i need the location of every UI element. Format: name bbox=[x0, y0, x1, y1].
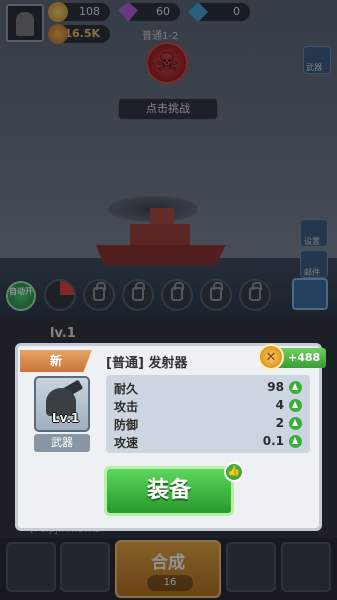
stat-row: 攻速 0.1 bbox=[114, 433, 304, 451]
stat-name: 攻速 bbox=[114, 436, 139, 450]
new-item-dialog: 新 [普通] 发射器 +488 Lv.1 武器 耐久 98 攻击 4 防御 2 … bbox=[15, 343, 326, 531]
stat-name: 耐久 bbox=[114, 382, 139, 396]
arrow-up-icon bbox=[289, 381, 302, 394]
stat-value: 4 bbox=[275, 398, 284, 412]
new-tag: 新 bbox=[20, 350, 92, 372]
item-type-label: 武器 bbox=[34, 434, 90, 452]
item-card: Lv.1 bbox=[34, 376, 90, 432]
power-icon bbox=[258, 344, 284, 370]
item-level: Lv.1 bbox=[52, 411, 80, 425]
stat-row: 耐久 98 bbox=[114, 379, 304, 397]
arrow-up-icon bbox=[289, 399, 302, 412]
stat-value: 98 bbox=[267, 380, 284, 394]
stats-table: 耐久 98 攻击 4 防御 2 攻速 0.1 bbox=[106, 375, 310, 453]
item-title: [普通] 发射器 bbox=[106, 356, 188, 371]
stat-row: 防御 2 bbox=[114, 415, 304, 433]
stat-row: 攻击 4 bbox=[114, 397, 304, 415]
thumbs-up-icon bbox=[224, 462, 244, 482]
stat-name: 防御 bbox=[114, 418, 139, 432]
arrow-up-icon bbox=[289, 417, 302, 430]
stat-name: 攻击 bbox=[114, 400, 139, 414]
stat-value: 0.1 bbox=[262, 434, 284, 448]
power-reward-badge: +488 bbox=[258, 344, 326, 370]
power-reward-value: +488 bbox=[288, 351, 321, 364]
stat-value: 2 bbox=[275, 416, 284, 430]
arrow-up-icon bbox=[289, 435, 302, 448]
equip-button[interactable]: 装备 bbox=[104, 466, 234, 516]
